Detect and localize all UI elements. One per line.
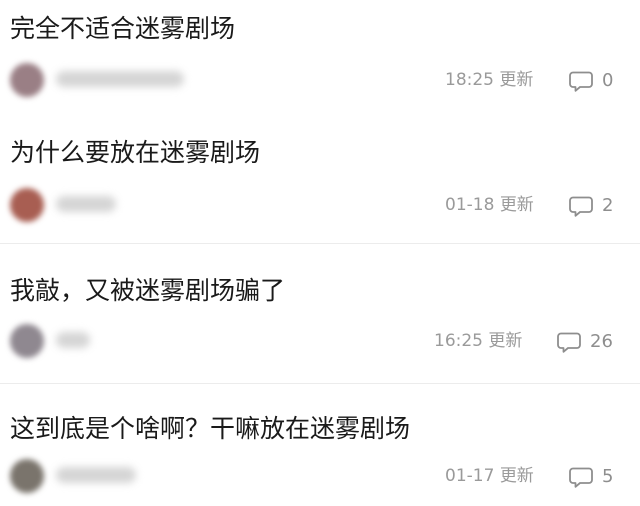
comment-count: 5 [602, 466, 614, 487]
comment-button[interactable]: 0 [568, 67, 613, 95]
comment-count: 26 [590, 331, 613, 352]
time-value: 01-18 [445, 195, 495, 215]
post-title[interactable]: 这到底是个啥啊？干嘛放在迷雾剧场 [10, 412, 410, 446]
updated-label: 更新 [499, 466, 534, 486]
post-title[interactable]: 完全不适合迷雾剧场 [10, 12, 235, 46]
updated-label: 更新 [499, 195, 534, 215]
update-time: 16:25 更新 [434, 331, 522, 351]
avatar[interactable] [10, 188, 44, 222]
updated-label: 更新 [488, 331, 523, 351]
comment-count: 0 [602, 70, 614, 91]
avatar[interactable] [10, 324, 44, 358]
time-value: 16:25 [434, 331, 483, 351]
updated-label: 更新 [499, 70, 534, 90]
time-value: 18:25 [445, 70, 494, 90]
comment-button[interactable]: 5 [568, 463, 613, 491]
post-title[interactable]: 我敲，又被迷雾剧场骗了 [10, 274, 285, 308]
time-value: 01-17 [445, 466, 495, 486]
comment-icon [556, 329, 582, 355]
divider [0, 383, 640, 384]
comment-button[interactable]: 2 [568, 192, 613, 220]
update-time: 18:25 更新 [445, 70, 533, 90]
update-time: 01-18 更新 [445, 195, 534, 215]
post-title[interactable]: 为什么要放在迷雾剧场 [10, 136, 260, 170]
comment-count: 2 [602, 195, 614, 216]
author-name-blurred[interactable] [56, 196, 116, 212]
divider [0, 243, 640, 244]
author-name-blurred[interactable] [56, 332, 90, 348]
comment-icon [568, 464, 594, 490]
post-feed: 完全不适合迷雾剧场 18:25 更新 0 为什么要放在迷雾剧场 01-18 更新… [0, 0, 640, 506]
update-time: 01-17 更新 [445, 466, 534, 486]
avatar[interactable] [10, 63, 44, 97]
comment-icon [568, 68, 594, 94]
post-meta: 18:25 更新 0 [0, 61, 640, 101]
author-name-blurred[interactable] [56, 467, 136, 483]
post-meta: 16:25 更新 26 [0, 322, 640, 362]
post-meta: 01-17 更新 5 [0, 457, 640, 497]
comment-button[interactable]: 26 [556, 328, 613, 356]
author-name-blurred[interactable] [56, 71, 184, 87]
post-meta: 01-18 更新 2 [0, 186, 640, 226]
comment-icon [568, 193, 594, 219]
avatar[interactable] [10, 459, 44, 493]
